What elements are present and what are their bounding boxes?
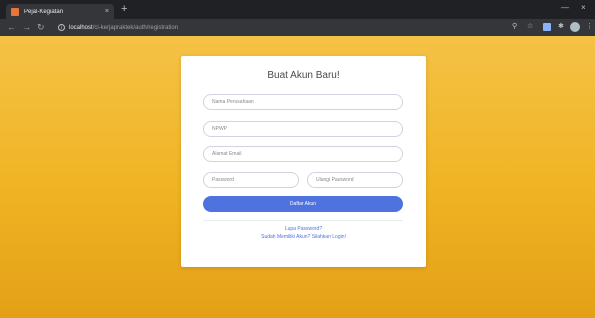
new-tab-button[interactable]: + — [121, 3, 127, 16]
reload-icon[interactable]: ↻ — [37, 22, 45, 32]
puzzle-icon[interactable]: ✱ — [558, 23, 564, 31]
profile-avatar[interactable] — [570, 22, 580, 32]
menu-kebab-icon[interactable]: ⋮ — [586, 23, 593, 31]
page-background: Buat Akun Baru! Nama Perusahaan NPWP Ala… — [0, 36, 595, 318]
password-input[interactable]: Password — [203, 172, 299, 188]
register-button[interactable]: Daftar Akun — [203, 196, 403, 212]
window-close-button[interactable]: × — [581, 3, 586, 13]
company-name-input[interactable]: Nama Perusahaan — [203, 94, 403, 110]
info-icon[interactable]: i — [58, 24, 65, 31]
divider — [203, 220, 403, 221]
address-bar[interactable]: i localhost /ci-kerjapraktek/auth/regist… — [58, 22, 178, 33]
email-input[interactable]: Alamat Email — [203, 146, 403, 162]
zoom-icon[interactable]: ⚲ — [512, 23, 517, 31]
browser-toolbar: ← → ↻ i localhost /ci-kerjapraktek/auth/… — [0, 19, 595, 36]
star-icon[interactable]: ☆ — [527, 23, 533, 31]
forward-arrow-icon[interactable]: → — [22, 22, 31, 32]
tab-close-button[interactable]: × — [105, 8, 109, 15]
page-title: Buat Akun Baru! — [267, 70, 340, 81]
browser-tab[interactable]: Pejal-Kegiatan × — [6, 4, 114, 19]
browser-tab-bar: Pejal-Kegiatan × + — × — [0, 0, 595, 19]
forgot-password-link[interactable]: Lupa Password? — [181, 226, 426, 232]
minimize-button[interactable]: — — [561, 3, 569, 13]
favicon-icon — [11, 7, 19, 16]
url-path: /ci-kerjapraktek/auth/registration — [92, 24, 179, 31]
back-arrow-icon[interactable]: ← — [7, 22, 16, 32]
registration-card: Buat Akun Baru! Nama Perusahaan NPWP Ala… — [181, 56, 426, 267]
repeat-password-input[interactable]: Ulangi Password — [307, 172, 403, 188]
tab-title: Pejal-Kegiatan — [24, 8, 64, 15]
extension-icon[interactable] — [543, 23, 551, 31]
url-host: localhost — [69, 24, 93, 31]
npwp-input[interactable]: NPWP — [203, 121, 403, 137]
login-link[interactable]: Sudah Memiliki Akun? Silahkan Login! — [181, 234, 426, 240]
